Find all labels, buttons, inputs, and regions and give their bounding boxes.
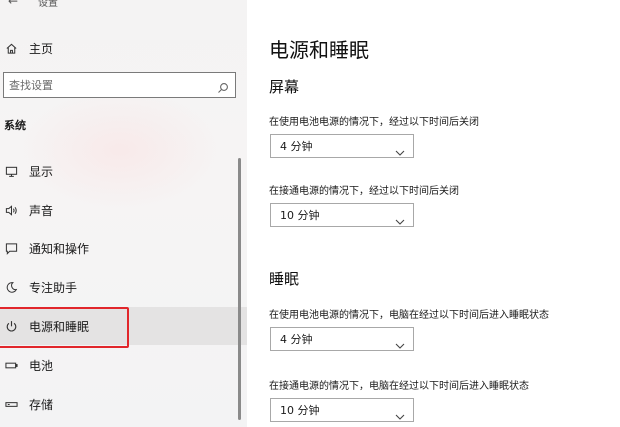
sleep-battery-label: 在使用电池电源的情况下，电脑在经过以下时间后进入睡眠状态 — [269, 310, 549, 321]
page-title: 电源和睡眠 — [269, 38, 369, 62]
screen-section-heading: 屏幕 — [269, 78, 300, 96]
notification-icon — [4, 241, 18, 255]
screen-battery-dropdown[interactable]: 4 分钟 — [270, 134, 414, 158]
monitor-icon — [4, 164, 18, 178]
screen-battery-label: 在使用电池电源的情况下，经过以下时间后关闭 — [269, 117, 479, 128]
window-title: 设置 — [38, 0, 58, 9]
sidebar-item-battery[interactable]: 电池 — [0, 346, 247, 384]
sidebar-scrollbar[interactable] — [238, 158, 241, 420]
screen-plugged-dropdown[interactable]: 10 分钟 — [270, 203, 414, 227]
storage-icon — [4, 397, 18, 411]
sidebar-item-notifications[interactable]: 通知和操作 — [0, 229, 247, 267]
home-label: 主页 — [29, 41, 54, 56]
chevron-down-icon — [395, 406, 405, 420]
chevron-down-icon — [395, 335, 405, 349]
sidebar-item-label: 显示 — [29, 164, 54, 179]
sleep-plugged-dropdown[interactable]: 10 分钟 — [270, 398, 414, 422]
sidebar-item-sound[interactable]: 声音 — [0, 191, 247, 229]
sidebar-item-power-sleep[interactable]: 电源和睡眠 — [0, 307, 247, 345]
sleep-section-heading: 睡眠 — [269, 270, 300, 288]
dropdown-value: 10 分钟 — [280, 404, 320, 417]
dropdown-value: 4 分钟 — [280, 140, 313, 153]
sidebar-item-label: 电源和睡眠 — [29, 319, 90, 334]
search-icon[interactable] — [217, 79, 229, 93]
battery-icon — [4, 358, 18, 372]
chevron-down-icon — [395, 142, 405, 156]
sleep-battery-dropdown[interactable]: 4 分钟 — [270, 327, 414, 351]
search-input[interactable] — [4, 73, 209, 97]
navigation-pane: ← 设置 主页 系统 显示 声音 通知和操作 专 — [0, 0, 247, 427]
sidebar-item-display[interactable]: 显示 — [0, 152, 247, 190]
sleep-plugged-label: 在接通电源的情况下，电脑在经过以下时间后进入睡眠状态 — [269, 381, 529, 392]
sidebar-item-label: 通知和操作 — [29, 241, 90, 256]
home-nav-item[interactable]: 主页 — [0, 29, 247, 67]
section-heading-system: 系统 — [4, 119, 26, 132]
sidebar-item-label: 声音 — [29, 203, 54, 218]
search-box[interactable] — [3, 72, 236, 98]
title-bar: ← 设置 — [0, 0, 247, 9]
dropdown-value: 4 分钟 — [280, 333, 313, 346]
sidebar-item-label: 存储 — [29, 397, 54, 412]
sidebar-item-label: 电池 — [29, 358, 54, 373]
speaker-icon — [4, 203, 18, 217]
settings-content: 电源和睡眠 屏幕 在使用电池电源的情况下，经过以下时间后关闭 4 分钟 在接通电… — [247, 0, 620, 427]
sidebar-item-storage[interactable]: 存储 — [0, 385, 247, 423]
home-icon — [4, 41, 18, 55]
moon-icon — [4, 280, 18, 294]
sidebar-item-focus-assist[interactable]: 专注助手 — [0, 268, 247, 306]
dropdown-value: 10 分钟 — [280, 209, 320, 222]
chevron-down-icon — [395, 211, 405, 225]
power-icon — [4, 319, 18, 333]
sidebar-item-label: 专注助手 — [29, 280, 78, 295]
screen-plugged-label: 在接通电源的情况下，经过以下时间后关闭 — [269, 186, 459, 197]
back-arrow-icon[interactable]: ← — [8, 0, 18, 8]
